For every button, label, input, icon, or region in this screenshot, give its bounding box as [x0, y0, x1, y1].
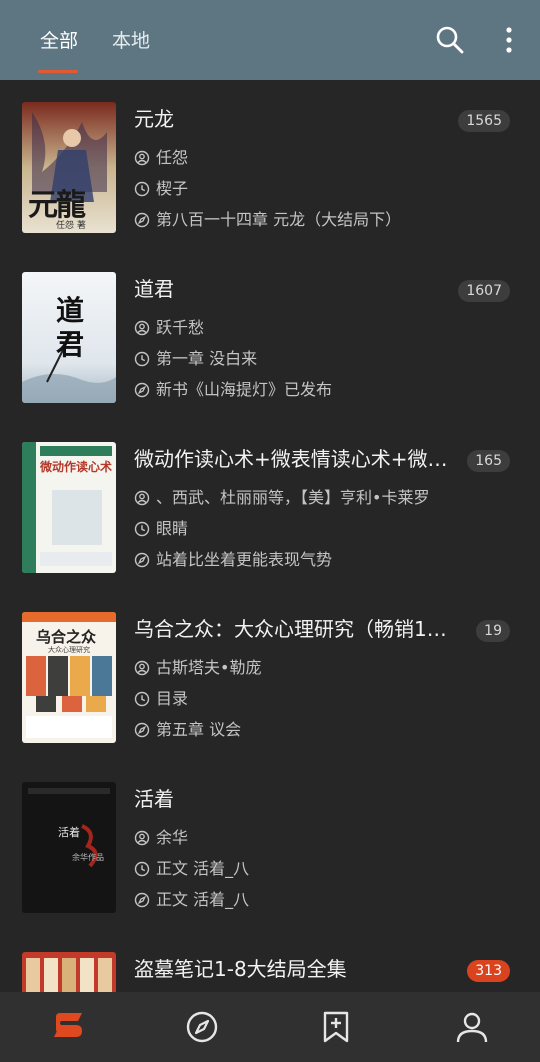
- book-author: 古斯塔夫•勒庞: [134, 656, 504, 680]
- cover-subtitle: 大众心理研究: [48, 646, 90, 654]
- compass-small-icon: [134, 722, 150, 738]
- clock-icon: [134, 521, 150, 537]
- person-circle-icon: [134, 660, 150, 676]
- compass-small-icon: [134, 212, 150, 228]
- unread-count-badge: 313: [467, 960, 510, 982]
- person-circle-icon: [134, 830, 150, 846]
- last-read-text: 目录: [156, 689, 189, 708]
- clock-icon: [134, 181, 150, 197]
- latest-chapter: 正文 活着_八: [134, 888, 504, 912]
- last-read-text: 眼睛: [156, 519, 189, 538]
- clock-icon: [134, 351, 150, 367]
- book-cover: 乌合之众 大众心理研究: [22, 612, 116, 743]
- compass-small-icon: [134, 382, 150, 398]
- latest-chapter: 第五章 议会: [134, 718, 504, 742]
- compass-small-icon: [134, 552, 150, 568]
- unread-count-badge: 1607: [458, 280, 510, 302]
- latest-chapter: 站着比坐着更能表现气势: [134, 548, 504, 572]
- bottom-navigation: [0, 992, 540, 1062]
- last-read-chapter: 目录: [134, 687, 504, 711]
- latest-chapter: 第八百一十四章 元龙（大结局下）: [134, 208, 504, 232]
- tab-indicator: [38, 70, 78, 73]
- book-cover: 活着 余华作品: [22, 782, 116, 913]
- book-item[interactable]: 微动作读心术 微动作读心术+微表情读心术+微表情心理学 165 、西武、杜丽丽等…: [0, 420, 540, 590]
- book-title: 元龙: [134, 107, 174, 131]
- more-vert-icon[interactable]: [492, 22, 528, 58]
- person-icon[interactable]: [454, 1009, 490, 1045]
- bookshelf-list[interactable]: 元龍 任怨 著 元龙 1565 任怨 楔子 第八百一十四章 元龙（大结局下） 道…: [0, 80, 540, 992]
- cover-title: 道君: [56, 294, 85, 361]
- author-name: 跃千愁: [156, 318, 205, 337]
- latest-chapter: 新书《山海提灯》已发布: [134, 378, 504, 402]
- book-author: 余华: [134, 826, 504, 850]
- book-cover: 道君: [22, 272, 116, 403]
- person-circle-icon: [134, 490, 150, 506]
- book-item[interactable]: 元龍 任怨 著 元龙 1565 任怨 楔子 第八百一十四章 元龙（大结局下）: [0, 80, 540, 250]
- book-cover: 元龍 任怨 著: [22, 102, 116, 233]
- book-item[interactable]: 活着 余华作品 活着 余华 正文 活着_八 正文 活着_八: [0, 760, 540, 930]
- last-read-text: 第一章 没白来: [156, 349, 258, 368]
- book-title: 乌合之众：大众心理研究（畅销100年）: [134, 617, 454, 641]
- person-circle-icon: [134, 320, 150, 336]
- cover-author: 任怨 著: [56, 221, 86, 231]
- cover-title: 活着: [58, 826, 80, 839]
- cover-author: 余华作品: [72, 853, 104, 862]
- book-item[interactable]: 盗墓笔记1-8大结局全集 313: [0, 930, 540, 992]
- book-author: 跃千愁: [134, 316, 504, 340]
- author-name: 任怨: [156, 148, 189, 167]
- latest-chapter-text: 站着比坐着更能表现气势: [156, 550, 333, 569]
- last-read-chapter: 第一章 没白来: [134, 347, 504, 371]
- top-app-bar: 全部 本地: [0, 0, 540, 80]
- last-read-text: 正文 活着_八: [156, 859, 250, 878]
- compass-icon[interactable]: [184, 1009, 220, 1045]
- latest-chapter-text: 新书《山海提灯》已发布: [156, 380, 333, 399]
- author-name: 、西武、杜丽丽等，【美】亨利•卡莱罗: [156, 488, 430, 507]
- tab-all[interactable]: 全部: [40, 28, 78, 54]
- last-read-chapter: 眼睛: [134, 517, 504, 541]
- cover-title: 乌合之众: [36, 628, 97, 646]
- clock-icon: [134, 861, 150, 877]
- book-title: 微动作读心术+微表情读心术+微表情心理学: [134, 447, 454, 471]
- book-cover: [22, 952, 116, 992]
- book-title: 盗墓笔记1-8大结局全集: [134, 957, 347, 981]
- book-item[interactable]: 道君 道君 1607 跃千愁 第一章 没白来 新书《山海提灯》已发布: [0, 250, 540, 420]
- search-icon[interactable]: [432, 22, 468, 58]
- bookmark-add-icon[interactable]: [318, 1009, 354, 1045]
- person-circle-icon: [134, 150, 150, 166]
- bookshelf-logo-icon[interactable]: [50, 1009, 86, 1045]
- book-author: 任怨: [134, 146, 504, 170]
- last-read-text: 楔子: [156, 179, 189, 198]
- latest-chapter-text: 第八百一十四章 元龙（大结局下）: [156, 210, 402, 229]
- tab-local[interactable]: 本地: [112, 28, 150, 54]
- last-read-chapter: 正文 活着_八: [134, 857, 504, 881]
- book-author: 、西武、杜丽丽等，【美】亨利•卡莱罗: [134, 486, 504, 510]
- book-item[interactable]: 乌合之众 大众心理研究 乌合之众：大众心理研究（畅销100年） 19 古斯塔夫•…: [0, 590, 540, 760]
- book-title: 道君: [134, 277, 174, 301]
- book-title: 活着: [134, 787, 174, 811]
- unread-count-badge: 1565: [458, 110, 510, 132]
- last-read-chapter: 楔子: [134, 177, 504, 201]
- author-name: 余华: [156, 828, 189, 847]
- cover-title: 微动作读心术: [40, 460, 113, 474]
- latest-chapter-text: 第五章 议会: [156, 720, 242, 739]
- book-cover: 微动作读心术: [22, 442, 116, 573]
- unread-count-badge: 165: [467, 450, 510, 472]
- latest-chapter-text: 正文 活着_八: [156, 890, 250, 909]
- clock-icon: [134, 691, 150, 707]
- author-name: 古斯塔夫•勒庞: [156, 658, 262, 677]
- unread-count-badge: 19: [476, 620, 510, 642]
- compass-small-icon: [134, 892, 150, 908]
